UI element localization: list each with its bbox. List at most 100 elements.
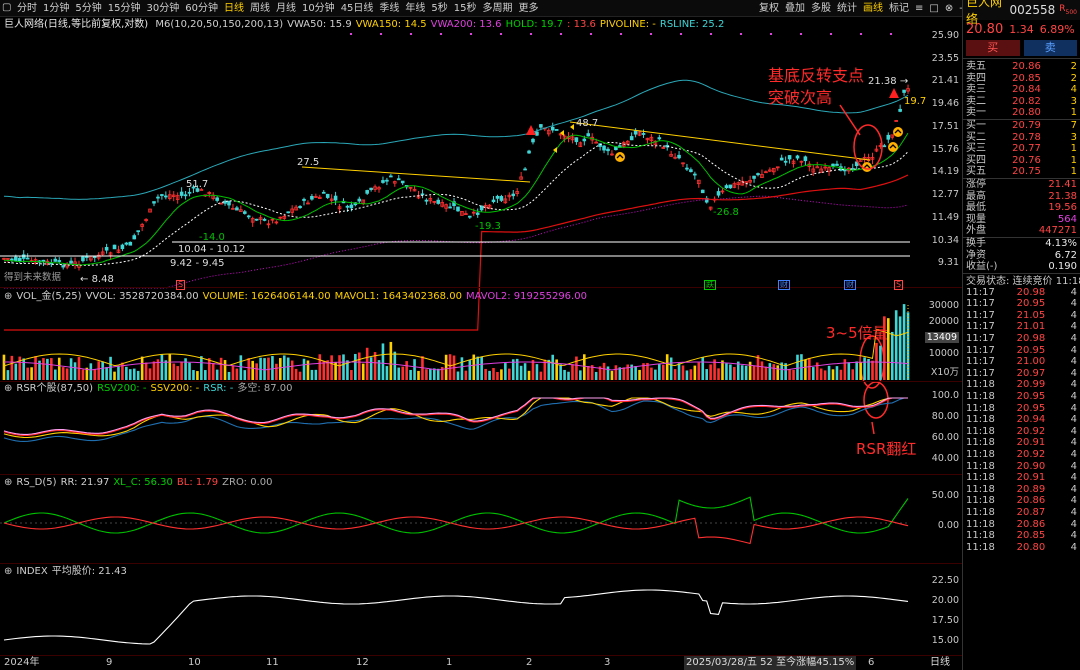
order-book-row[interactable]: 卖五 20.86 2 [963,61,1080,73]
chart-canvas[interactable] [0,30,920,655]
volume-bar [606,366,610,380]
tab-timeframe[interactable]: 周线 [247,0,273,17]
main-title: 巨人网络(日线,等比前复权,对数) [4,19,149,30]
volume-bar [286,357,290,380]
collapse-icon[interactable]: ▢ [2,2,11,13]
axis-tick-label: 50.00 [931,490,959,501]
order-book-row[interactable]: 买一 20.79 7 [963,120,1080,132]
volume-bar [46,358,49,380]
volume-bar [207,358,211,380]
tab-timeframe[interactable]: 分时 [14,0,40,17]
indicator-value: : 13.6 [567,19,596,30]
order-book-row[interactable]: 买三 20.77 1 [963,143,1080,155]
volume-bar [251,360,254,380]
tab-timeframe[interactable]: 15秒 [451,0,480,17]
volume-bar [776,365,780,380]
tab-timeframe[interactable]: 季线 [376,0,402,17]
buy-button[interactable]: 买 [966,40,1020,56]
event-marker[interactable]: S [894,280,904,290]
tick-row: 11:17 20.98 4 [963,287,1080,299]
tab-timeframe[interactable]: 多周期 [480,0,516,17]
candle-body [783,160,788,163]
tab-timeframe[interactable]: 更多 [516,0,542,17]
order-book-row[interactable]: 卖一 20.80 1 [963,107,1080,119]
candle-body [475,212,480,215]
indicator-value: BL: 1.79 [176,477,219,488]
volume-axis: 30000 20000 13409 10000 X10万 [918,300,962,380]
volume-bar [57,357,61,380]
volume-bar [752,366,756,380]
tick-row: 11:17 21.00 4 [963,356,1080,368]
volume-bar [298,371,302,380]
order-book-row[interactable]: 卖三 20.84 4 [963,84,1080,96]
toolbar-button[interactable]: 叠加 [782,0,808,17]
volume-bar [448,354,452,380]
indicator-value: VOLUME: 1626406144.00 [202,291,331,302]
tick-row: 11:18 20.95 4 [963,403,1080,415]
stat-row: 外盘 447271 [963,225,1080,237]
tab-timeframe[interactable]: 45日线 [338,0,377,17]
volume-bar [906,312,910,380]
pane-divider[interactable] [0,474,962,475]
tick-vol: 4 [1070,356,1077,368]
tab-timeframe[interactable]: 年线 [402,0,428,17]
event-marker[interactable]: 跌 [704,280,716,290]
tab-timeframe[interactable]: 1分钟 [40,0,72,17]
indicator-value: M6(10,20,50,150,200,13) [155,19,284,30]
toolbar-button[interactable]: 标记 [886,0,912,17]
event-marker[interactable]: 财 [778,280,790,290]
tab-timeframe[interactable]: 60分钟 [182,0,221,17]
volume-bar [192,370,195,380]
tick-list[interactable]: 11:17 20.98 4 11:17 20.95 4 11:17 21.05 4 11:17 21… [963,287,1080,554]
toolbar-button[interactable]: 多股 [808,0,834,17]
tab-timeframe[interactable]: 15分钟 [105,0,144,17]
order-book-row[interactable]: 买四 20.76 1 [963,155,1080,167]
tab-timeframe[interactable]: 日线 [221,0,247,17]
candle-body [582,138,587,142]
window-control-icon[interactable]: ≡ [912,0,926,17]
period-label[interactable]: 日线 [930,656,950,670]
volume-bar [819,368,823,380]
tab-timeframe[interactable]: 5分钟 [72,0,104,17]
date-tick: 1 [446,657,453,668]
event-marker[interactable]: S [176,280,186,290]
volume-bar [875,342,878,380]
volume-bar [176,366,179,380]
tab-timeframe[interactable]: 月线 [273,0,299,17]
sell-button[interactable]: 卖 [1023,40,1077,56]
window-control-icon[interactable]: ⊗ [942,0,956,17]
toolbar-button[interactable]: 复权 [756,0,782,17]
window-control-icon[interactable]: □ [926,0,941,17]
volume-bar [571,364,574,380]
volume-bar [610,370,614,380]
toolbar-button[interactable]: 画线 [860,0,886,17]
tick-price: 20.99 [1016,379,1046,391]
tab-timeframe[interactable]: 30分钟 [143,0,182,17]
volume-bar [677,363,681,380]
order-book-row[interactable]: 卖二 20.82 3 [963,96,1080,108]
signal-dot [470,33,472,35]
event-marker[interactable]: 财 [844,280,856,290]
order-book-row[interactable]: 买二 20.78 3 [963,132,1080,144]
tick-row: 11:18 20.91 4 [963,437,1080,449]
volume-bar [357,352,361,380]
order-book-row[interactable]: 买五 20.75 1 [963,166,1080,178]
hold-line [3,132,909,266]
tick-price: 20.95 [1016,344,1046,356]
pane-divider[interactable] [0,563,962,564]
tick-time: 11:17 [966,356,995,368]
volume-bar [117,365,120,380]
volume-bar [342,354,345,380]
axis-tick-label: 11.49 [931,211,959,223]
toolbar-button[interactable]: 统计 [834,0,860,17]
candle-body [325,193,330,198]
tick-price: 20.86 [1016,518,1046,530]
tab-timeframe[interactable]: 5秒 [428,0,450,17]
candle-body [17,257,22,262]
tab-timeframe[interactable]: 10分钟 [299,0,338,17]
order-book-row[interactable]: 卖四 20.85 2 [963,73,1080,85]
pivot-marker-icon [862,162,872,172]
candle-body [61,265,65,268]
volume-bar [831,369,835,380]
volume-bar [81,369,85,380]
